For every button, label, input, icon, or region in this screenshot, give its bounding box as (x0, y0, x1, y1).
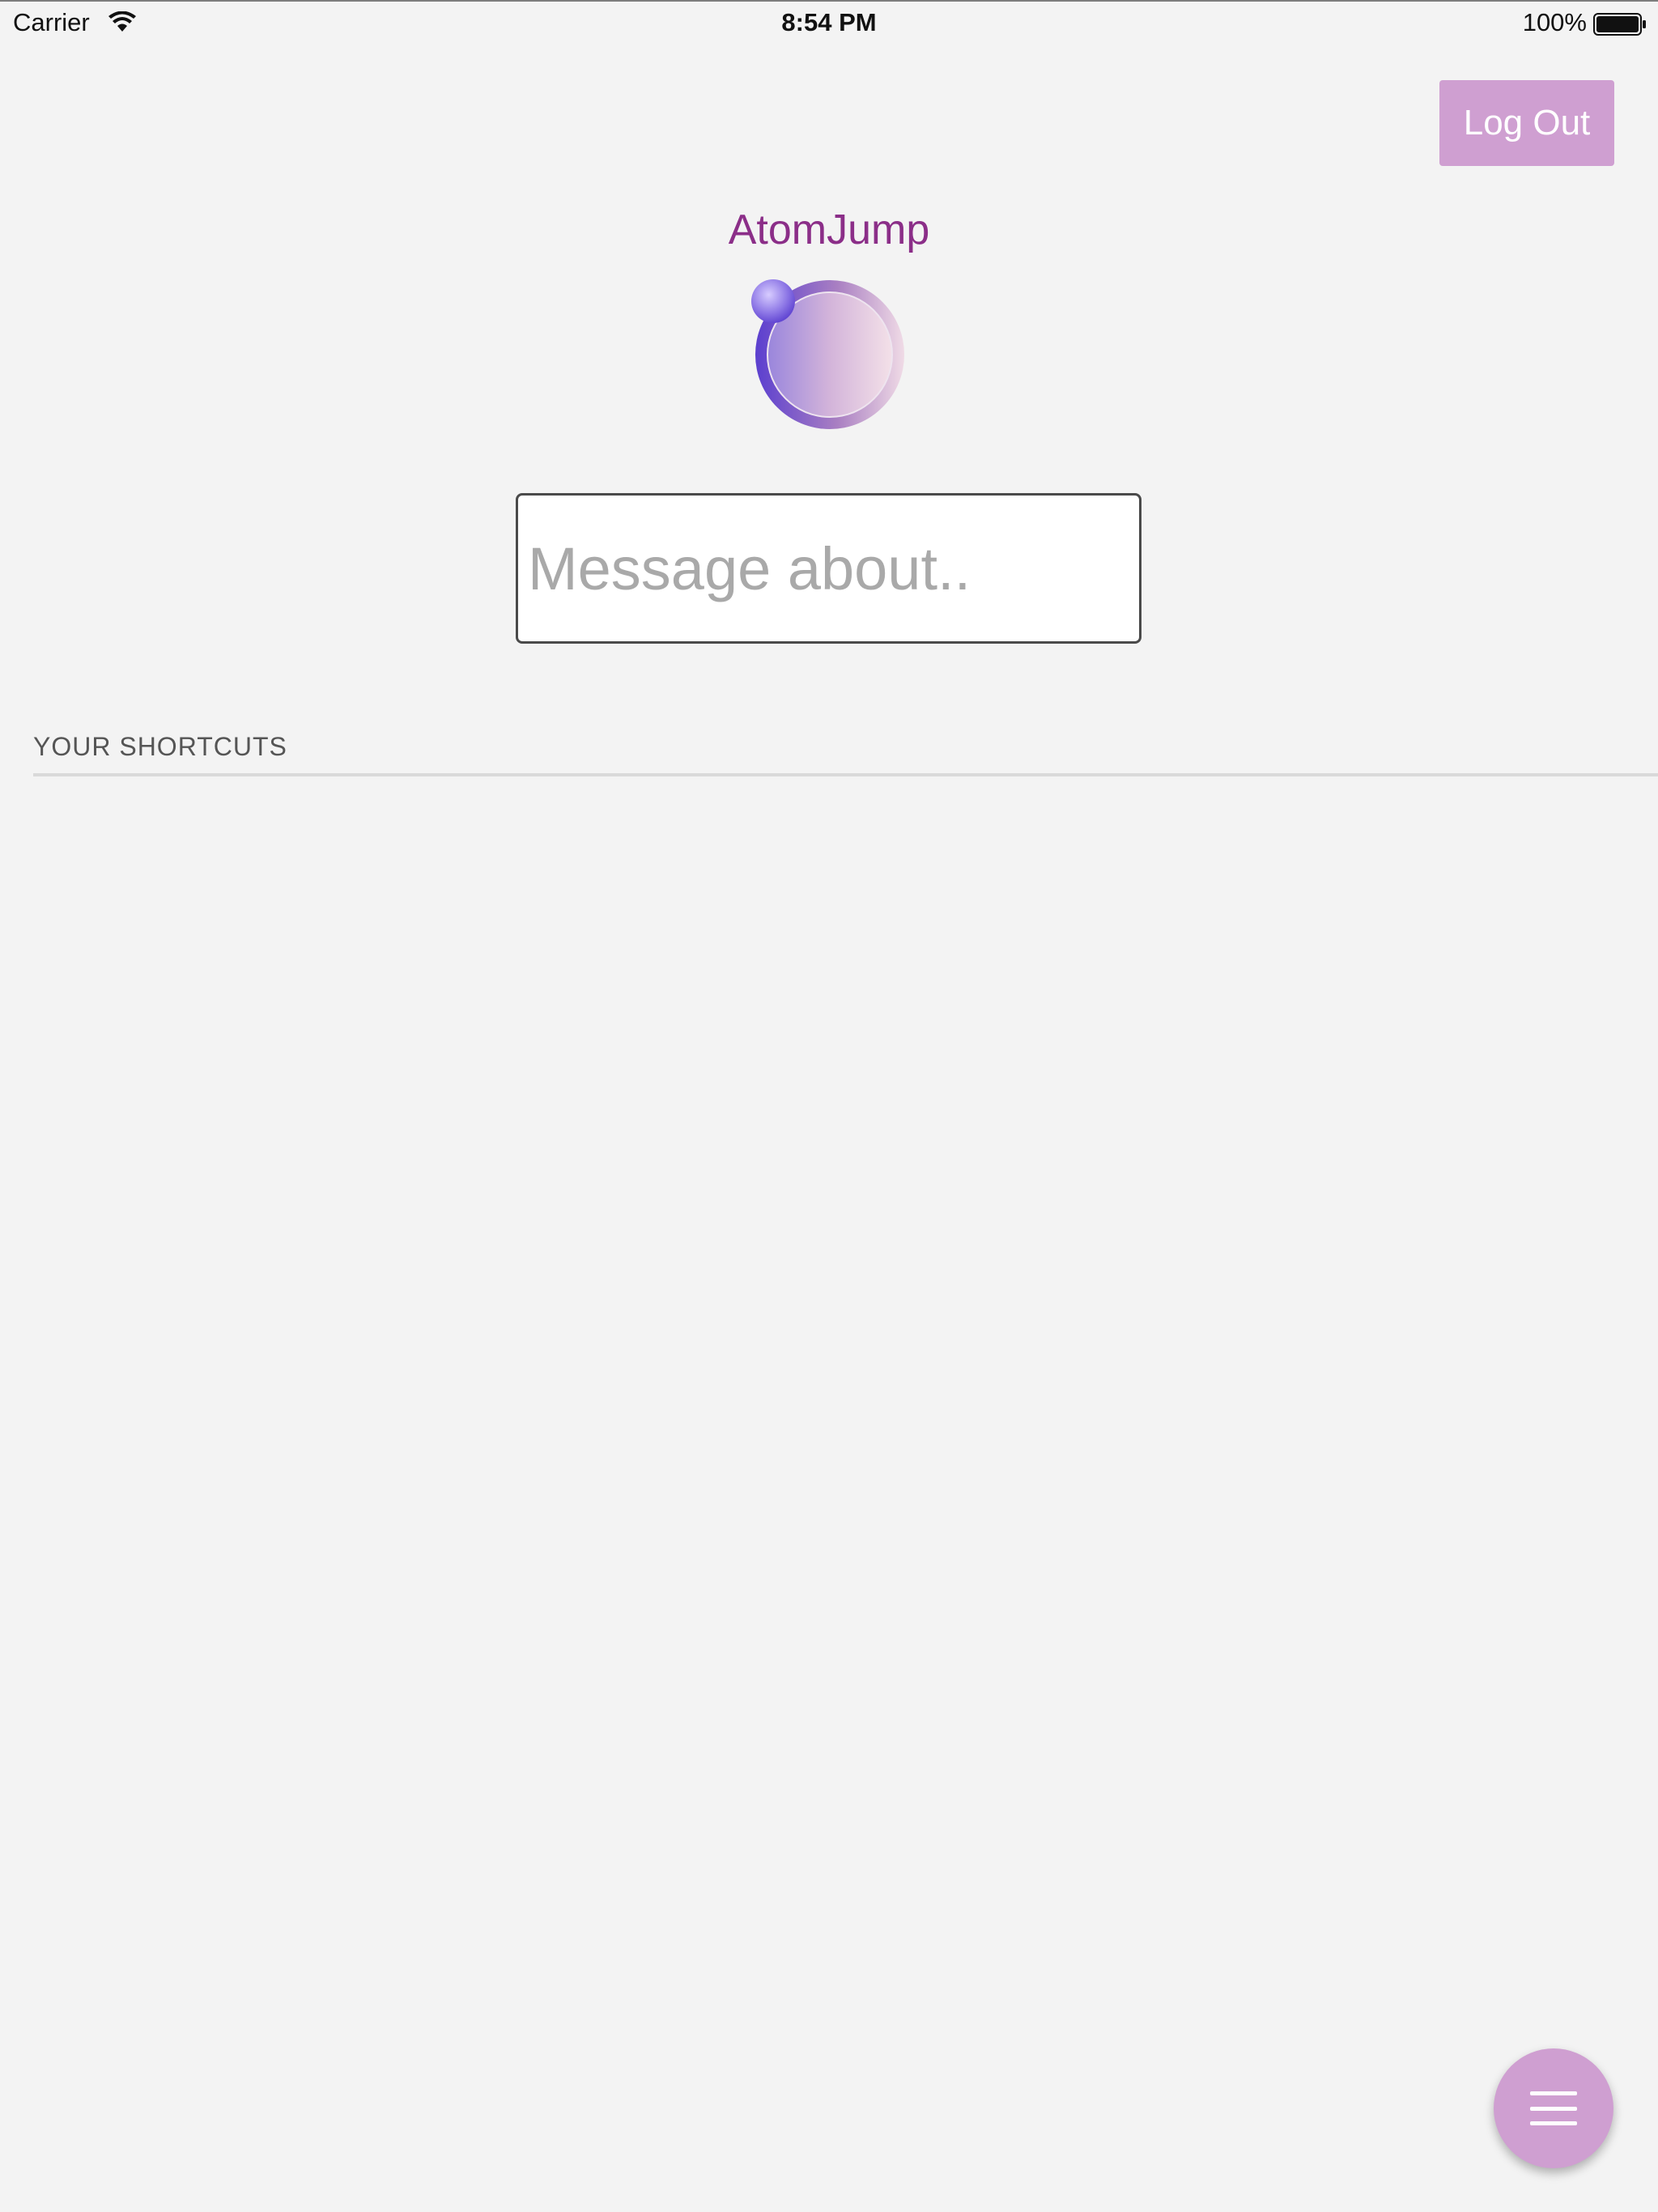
atomjump-logo-icon[interactable] (749, 274, 911, 436)
battery-icon (1593, 13, 1646, 36)
message-input[interactable] (516, 493, 1141, 644)
battery-percentage: 100% (1522, 8, 1587, 36)
app-title: AtomJump (728, 206, 930, 253)
status-time: 8:54 PM (781, 8, 877, 36)
logout-button[interactable]: Log Out (1439, 80, 1614, 166)
menu-icon (1530, 2091, 1577, 2125)
shortcuts-heading: YOUR SHORTCUTS (33, 732, 287, 761)
shortcuts-divider (33, 773, 1658, 776)
status-bar: Carrier 8:54 PM 100% (0, 0, 1658, 45)
menu-button[interactable] (1494, 2048, 1613, 2168)
